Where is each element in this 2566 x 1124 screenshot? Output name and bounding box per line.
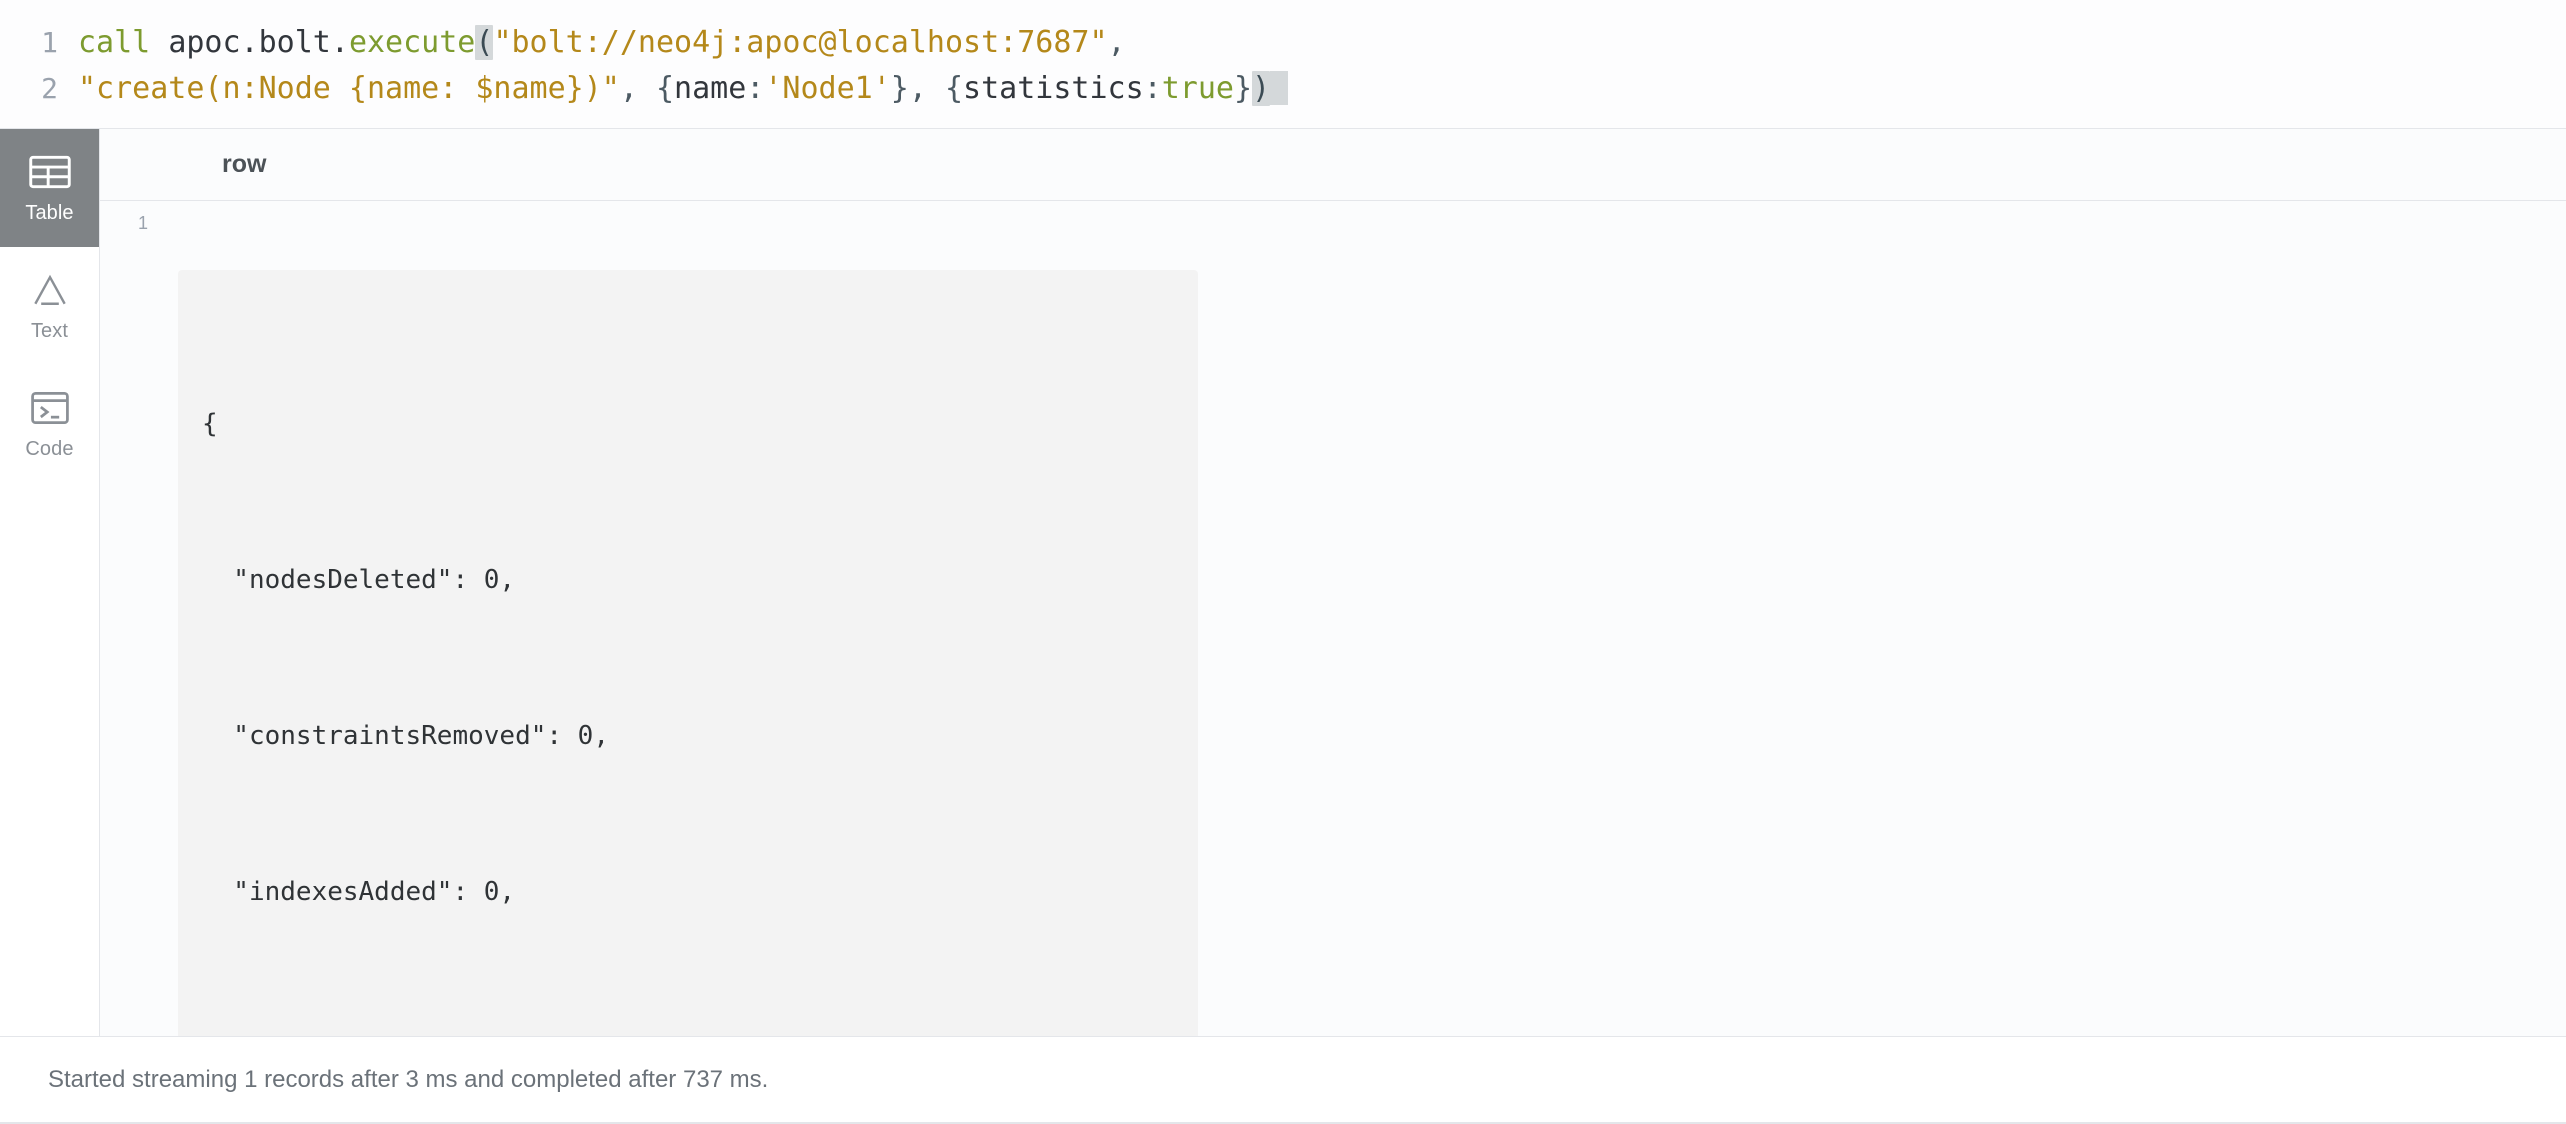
json-line-constraintsRemoved: "constraintsRemoved": 0, <box>202 710 1158 762</box>
code-token-cypher-string: "create(n:Node {name: $name})" <box>78 71 620 106</box>
code-token-close-brace: } <box>1234 71 1252 106</box>
result-scroll-region[interactable]: 1 { "nodesDeleted": 0, "constraintsRemov… <box>100 201 2566 1036</box>
code-token-param-key: name <box>674 71 746 106</box>
sidebar-item-table[interactable]: Table <box>0 129 99 247</box>
json-line-indexesAdded: "indexesAdded": 0, <box>202 866 1158 918</box>
code-token-open-paren: ( <box>475 25 493 60</box>
code-token-comma: , <box>620 71 656 106</box>
sidebar-item-text[interactable]: Text <box>0 247 99 365</box>
code-token-namespace: apoc.bolt. <box>168 25 349 60</box>
status-bar: Started streaming 1 records after 3 ms a… <box>0 1036 2566 1122</box>
code-token-open-brace: { <box>656 71 674 106</box>
code-token-param-value: 'Node1' <box>764 71 890 106</box>
code-line[interactable]: 1 call apoc.bolt.execute("bolt://neo4j:a… <box>0 20 2566 66</box>
sidebar-item-label: Code <box>25 438 73 461</box>
table-row: 1 <box>100 201 2566 234</box>
json-line: { <box>202 398 1158 450</box>
code-token-call: call <box>78 25 168 60</box>
status-text: Started streaming 1 records after 3 ms a… <box>48 1066 768 1094</box>
code-token-comma: , <box>1108 25 1126 60</box>
text-cursor <box>1270 71 1288 105</box>
json-result-card: { "nodesDeleted": 0, "constraintsRemoved… <box>178 270 1198 1036</box>
table-header-row: row <box>100 129 2566 201</box>
code-token-open-brace: { <box>945 71 963 106</box>
code-line[interactable]: 2 "create(n:Node {name: $name})", {name:… <box>0 66 2566 112</box>
result-table-view: row 1 { "nodesDeleted": 0, "constraintsR… <box>100 129 2566 1036</box>
row-index: 1 <box>100 209 158 234</box>
sidebar-item-label: Table <box>25 202 73 225</box>
sidebar-item-code[interactable]: Code <box>0 365 99 483</box>
sidebar-item-label: Text <box>31 320 68 343</box>
frame-body: Table Text <box>0 129 2566 1036</box>
view-sidebar: Table Text <box>0 129 100 1036</box>
code-token-config-key: statistics <box>963 71 1144 106</box>
code-token-comma: , <box>909 71 945 106</box>
table-icon <box>28 152 72 192</box>
code-token-true: true <box>1162 71 1234 106</box>
code-token-colon: : <box>1144 71 1162 106</box>
line-number: 2 <box>0 66 78 112</box>
code-token-colon: : <box>746 71 764 106</box>
code-line-content[interactable]: "create(n:Node {name: $name})", {name:'N… <box>78 66 1288 112</box>
column-header-row: row <box>100 150 266 179</box>
code-terminal-icon <box>28 388 72 428</box>
result-frame: 1 call apoc.bolt.execute("bolt://neo4j:a… <box>0 0 2566 1124</box>
code-line-content[interactable]: call apoc.bolt.execute("bolt://neo4j:apo… <box>78 20 1126 66</box>
line-number: 1 <box>0 20 78 66</box>
code-token-close-paren: ) <box>1252 71 1270 106</box>
code-token-procedure: execute <box>349 25 475 60</box>
text-a-icon <box>28 270 72 310</box>
code-token-close-brace: } <box>891 71 909 106</box>
code-token-bolt-url: "bolt://neo4j:apoc@localhost:7687" <box>493 25 1107 60</box>
json-line-nodesDeleted: "nodesDeleted": 0, <box>202 554 1158 606</box>
json-line-indexesRemoved: "indexesRemoved": 0, <box>202 1022 1158 1036</box>
cypher-editor[interactable]: 1 call apoc.bolt.execute("bolt://neo4j:a… <box>0 0 2566 129</box>
